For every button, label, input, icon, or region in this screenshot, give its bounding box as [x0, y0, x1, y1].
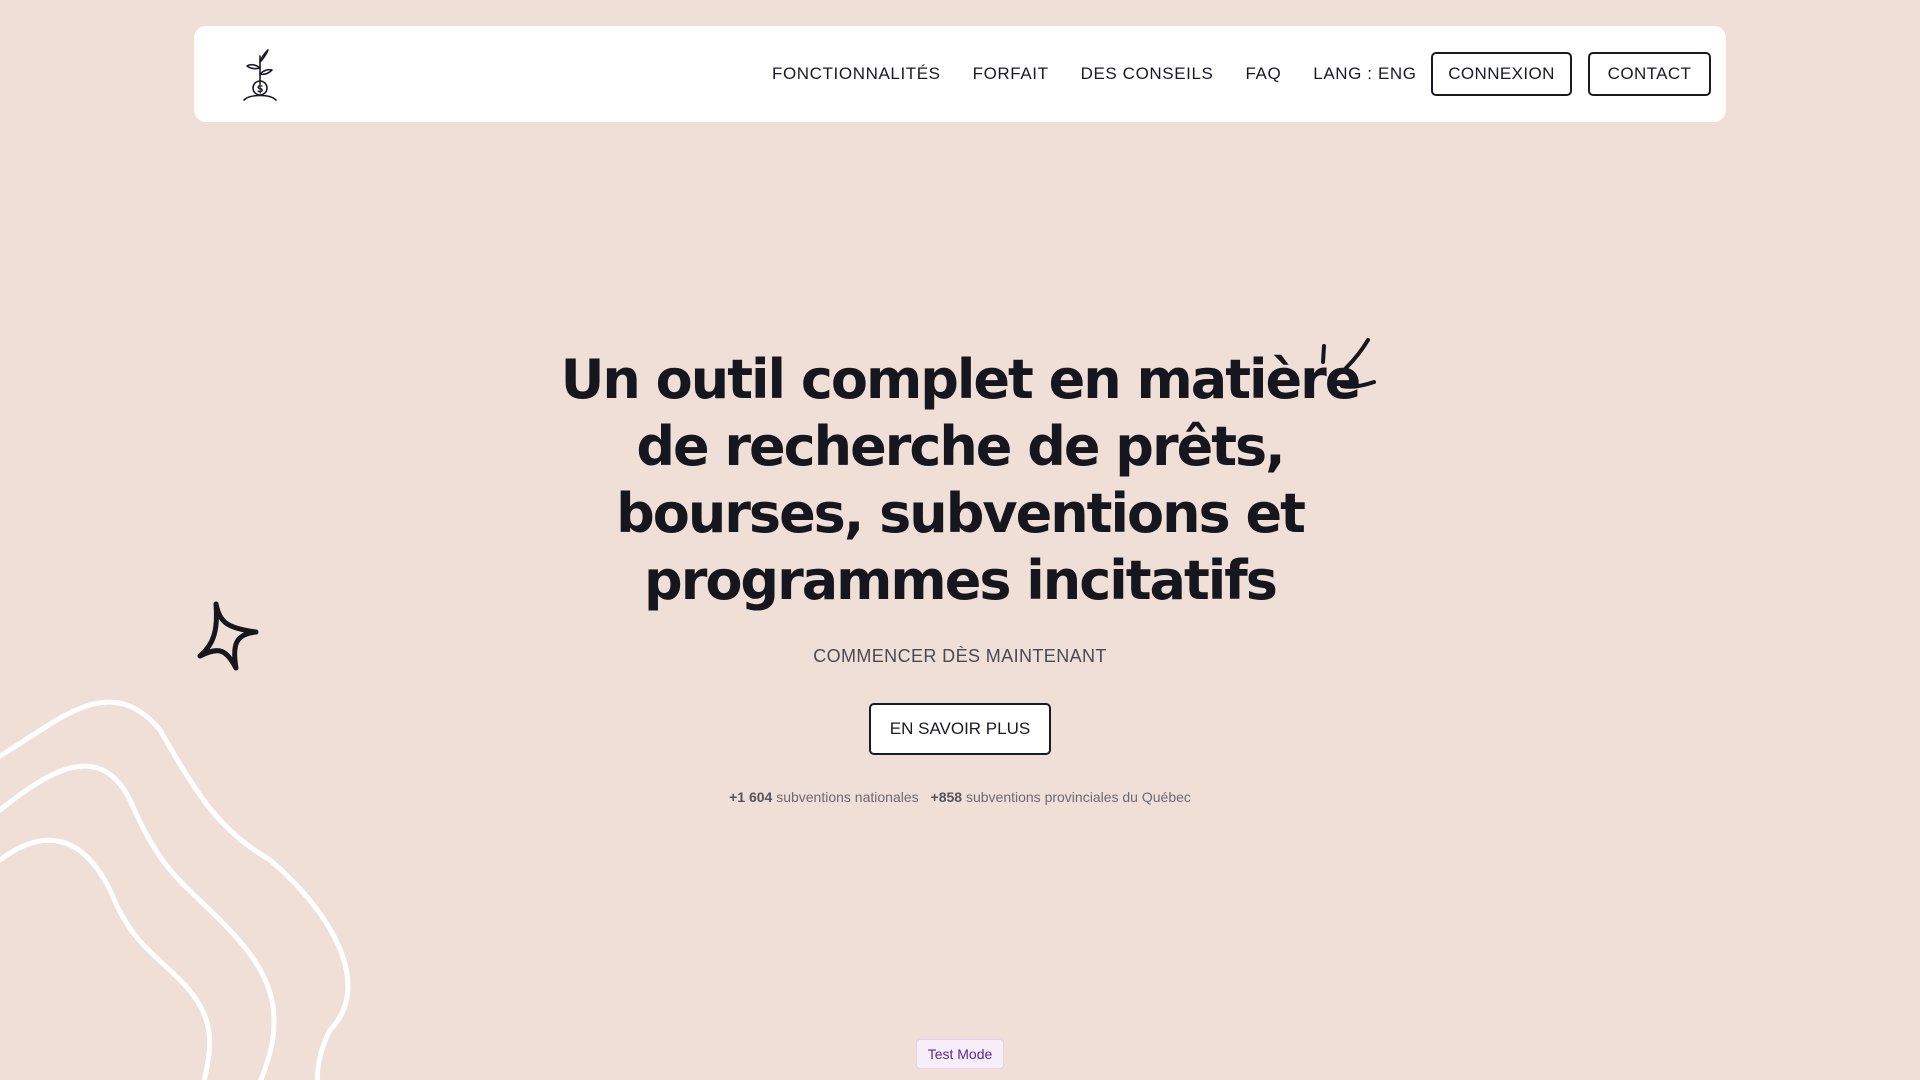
learn-more-button[interactable]: EN SAVOIR PLUS — [869, 703, 1051, 755]
sparkle-lines-icon — [1321, 338, 1376, 389]
page: $ FONCTIONNALITÉS FORFAIT DES CONSEILS F… — [0, 0, 1920, 1080]
hero-title-line: bourses, subventions et — [616, 482, 1306, 545]
navbar: $ FONCTIONNALITÉS FORFAIT DES CONSEILS F… — [194, 26, 1726, 122]
login-button[interactable]: CONNEXION — [1431, 52, 1572, 96]
national-count: +1 604 — [729, 789, 773, 805]
provincial-label: subventions provinciales du Québec — [965, 789, 1191, 805]
svg-text:$: $ — [257, 84, 263, 95]
wave-lines-decoration — [0, 699, 351, 1080]
hero-subtitle: COMMENCER DÈS MAINTENANT — [813, 646, 1107, 666]
hero-title-line: de recherche de prêts, — [636, 415, 1285, 478]
nav-link-advice[interactable]: DES CONSEILS — [1081, 64, 1214, 84]
nav-link-features[interactable]: FONCTIONNALITÉS — [772, 64, 941, 84]
stats-line: +1 604 subventions nationales +858 subve… — [560, 789, 1360, 805]
contact-button[interactable]: CONTACT — [1588, 52, 1711, 96]
national-label: subventions nationales — [776, 789, 919, 805]
hero-title: Un outil complet en matière de recherche… — [460, 346, 1460, 614]
nav-link-faq[interactable]: FAQ — [1245, 64, 1281, 84]
hero-title-line: Un outil complet en matière — [560, 348, 1362, 411]
nav-links: FONCTIONNALITÉS FORFAIT DES CONSEILS FAQ… — [772, 26, 1449, 122]
nav-link-plan[interactable]: FORFAIT — [973, 64, 1049, 84]
nav-link-language[interactable]: LANG : ENG — [1313, 64, 1416, 84]
seedling-coin-icon[interactable]: $ — [240, 46, 280, 102]
provincial-count: +858 — [930, 789, 963, 805]
test-mode-badge: Test Mode — [916, 1039, 1004, 1069]
hero-title-line: programmes incitatifs — [644, 549, 1278, 612]
star-doodle-icon — [197, 601, 259, 671]
